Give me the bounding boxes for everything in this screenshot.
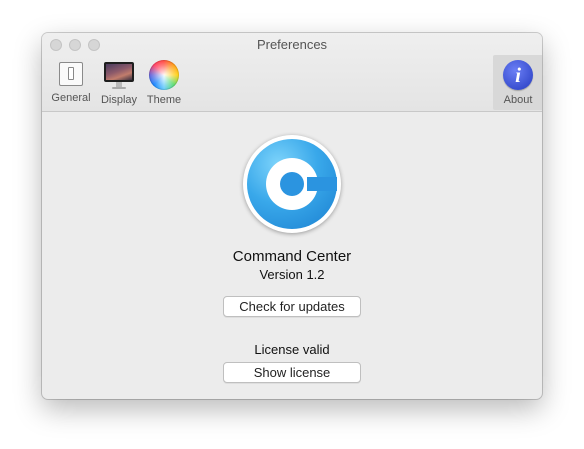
window-titlebar: Preferences General Display Theme i Abou… — [42, 33, 542, 112]
preferences-window: Preferences General Display Theme i Abou… — [42, 33, 542, 399]
command-center-logo-icon — [243, 135, 341, 233]
info-icon: i — [503, 60, 533, 90]
toolbar-item-label: Theme — [146, 94, 182, 106]
toolbar-item-label: General — [51, 92, 91, 104]
window-title: Preferences — [256, 37, 328, 52]
show-license-button[interactable]: Show license — [223, 362, 361, 383]
toolbar-item-about[interactable]: i About — [493, 55, 542, 110]
toolbar-item-display[interactable]: Display — [94, 58, 144, 110]
toolbar-item-label: Display — [100, 94, 138, 106]
app-version: Version 1.2 — [259, 267, 325, 282]
toolbar-item-theme[interactable]: Theme — [139, 58, 189, 110]
color-wheel-icon — [149, 60, 179, 90]
general-switch-icon — [59, 62, 83, 86]
license-status: License valid — [254, 342, 330, 357]
toolbar-item-label: About — [503, 94, 533, 106]
check-for-updates-button[interactable]: Check for updates — [223, 296, 361, 317]
about-pane: Command Center Version 1.2 Check for upd… — [42, 112, 542, 399]
display-monitor-icon — [104, 60, 134, 90]
toolbar-item-general[interactable]: General — [46, 58, 96, 110]
app-name: Command Center — [232, 248, 352, 265]
